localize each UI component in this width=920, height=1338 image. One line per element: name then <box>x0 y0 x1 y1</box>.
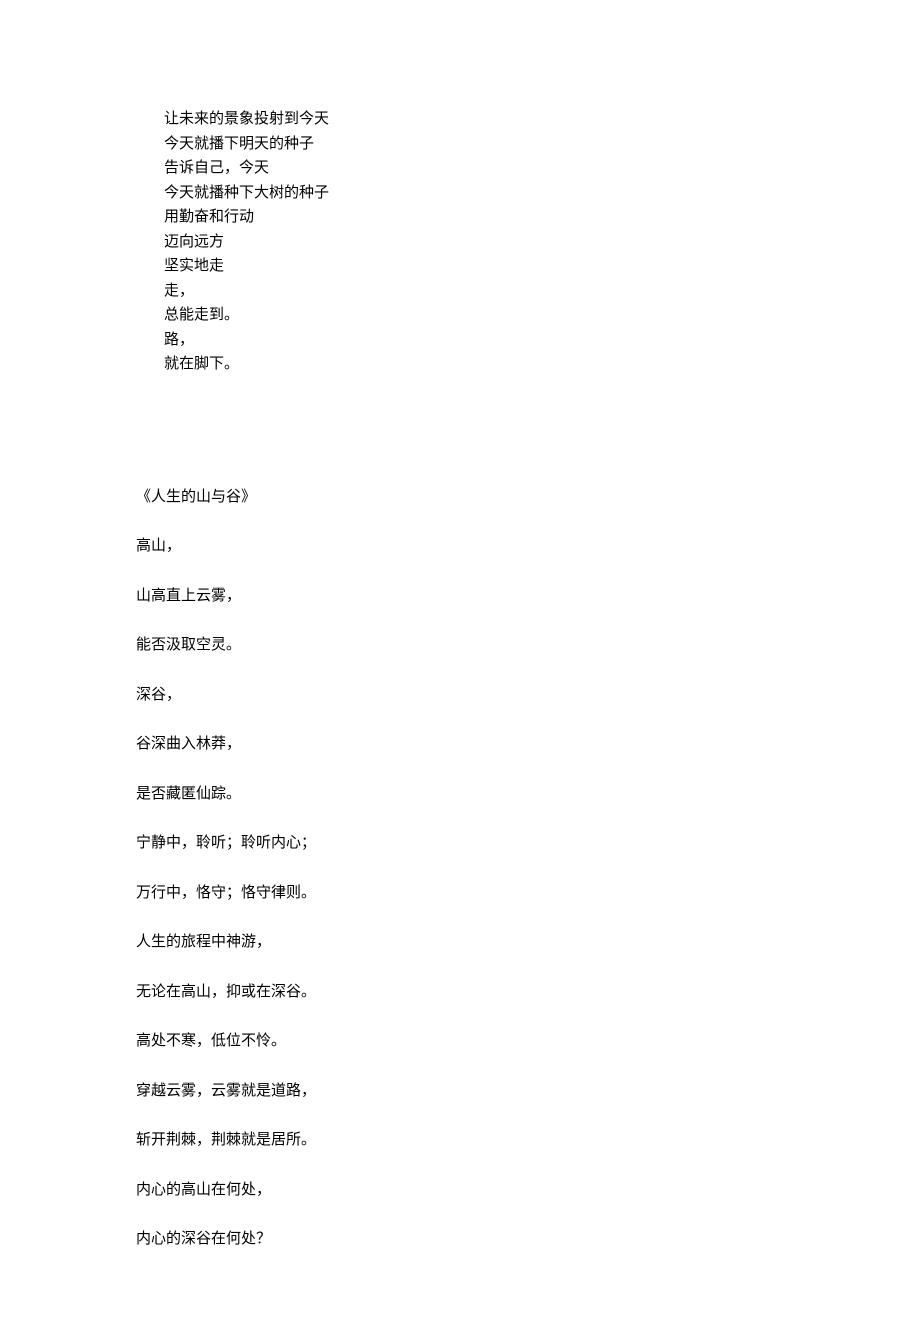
poem-line: 内心的高山在何处， <box>136 1179 816 1202</box>
poem-line: 人生的旅程中神游， <box>136 931 816 954</box>
poem-line: 万行中，恪守；恪守律则。 <box>136 882 816 905</box>
document-page: 让未来的景象投射到今天 今天就播下明天的种子 告诉自己，今天 今天就播种下大树的… <box>0 0 816 1338</box>
poem-line: 坚实地走 <box>164 255 816 278</box>
poem-line: 宁静中，聆听；聆听内心； <box>136 832 816 855</box>
poem-line: 今天就播种下大树的种子 <box>164 182 816 205</box>
poem-line: 内心的深谷在何处？ <box>136 1228 816 1251</box>
poem-line: 用勤奋和行动 <box>164 206 816 229</box>
poem-line: 深谷， <box>136 684 816 707</box>
poem-line: 无论在高山，抑或在深谷。 <box>136 981 816 1004</box>
poem-line: 让未来的景象投射到今天 <box>164 108 816 131</box>
poem-line: 穿越云雾，云雾就是道路， <box>136 1080 816 1103</box>
poem-line: 高山， <box>136 535 816 558</box>
poem-line: 告诉自己，今天 <box>164 157 816 180</box>
poem-2-block: 《人生的山与谷》 高山， 山高直上云雾， 能否汲取空灵。 深谷， 谷深曲入林莽，… <box>136 486 816 1251</box>
poem-line: 总能走到。 <box>164 304 816 327</box>
poem-1-block: 让未来的景象投射到今天 今天就播下明天的种子 告诉自己，今天 今天就播种下大树的… <box>136 108 816 376</box>
poem-line: 谷深曲入林莽， <box>136 733 816 756</box>
poem-line: 今天就播下明天的种子 <box>164 133 816 156</box>
poem-line: 走， <box>164 280 816 303</box>
poem-line: 迈向远方 <box>164 231 816 254</box>
poem-line: 高处不寒，低位不怜。 <box>136 1030 816 1053</box>
poem-line: 就在脚下。 <box>164 353 816 376</box>
poem-line: 路， <box>164 329 816 352</box>
poem-line: 斩开荆棘，荆棘就是居所。 <box>136 1129 816 1152</box>
poem-line: 能否汲取空灵。 <box>136 634 816 657</box>
poem-line: 是否藏匿仙踪。 <box>136 783 816 806</box>
poem-2-title: 《人生的山与谷》 <box>136 486 816 509</box>
poem-line: 山高直上云雾， <box>136 585 816 608</box>
